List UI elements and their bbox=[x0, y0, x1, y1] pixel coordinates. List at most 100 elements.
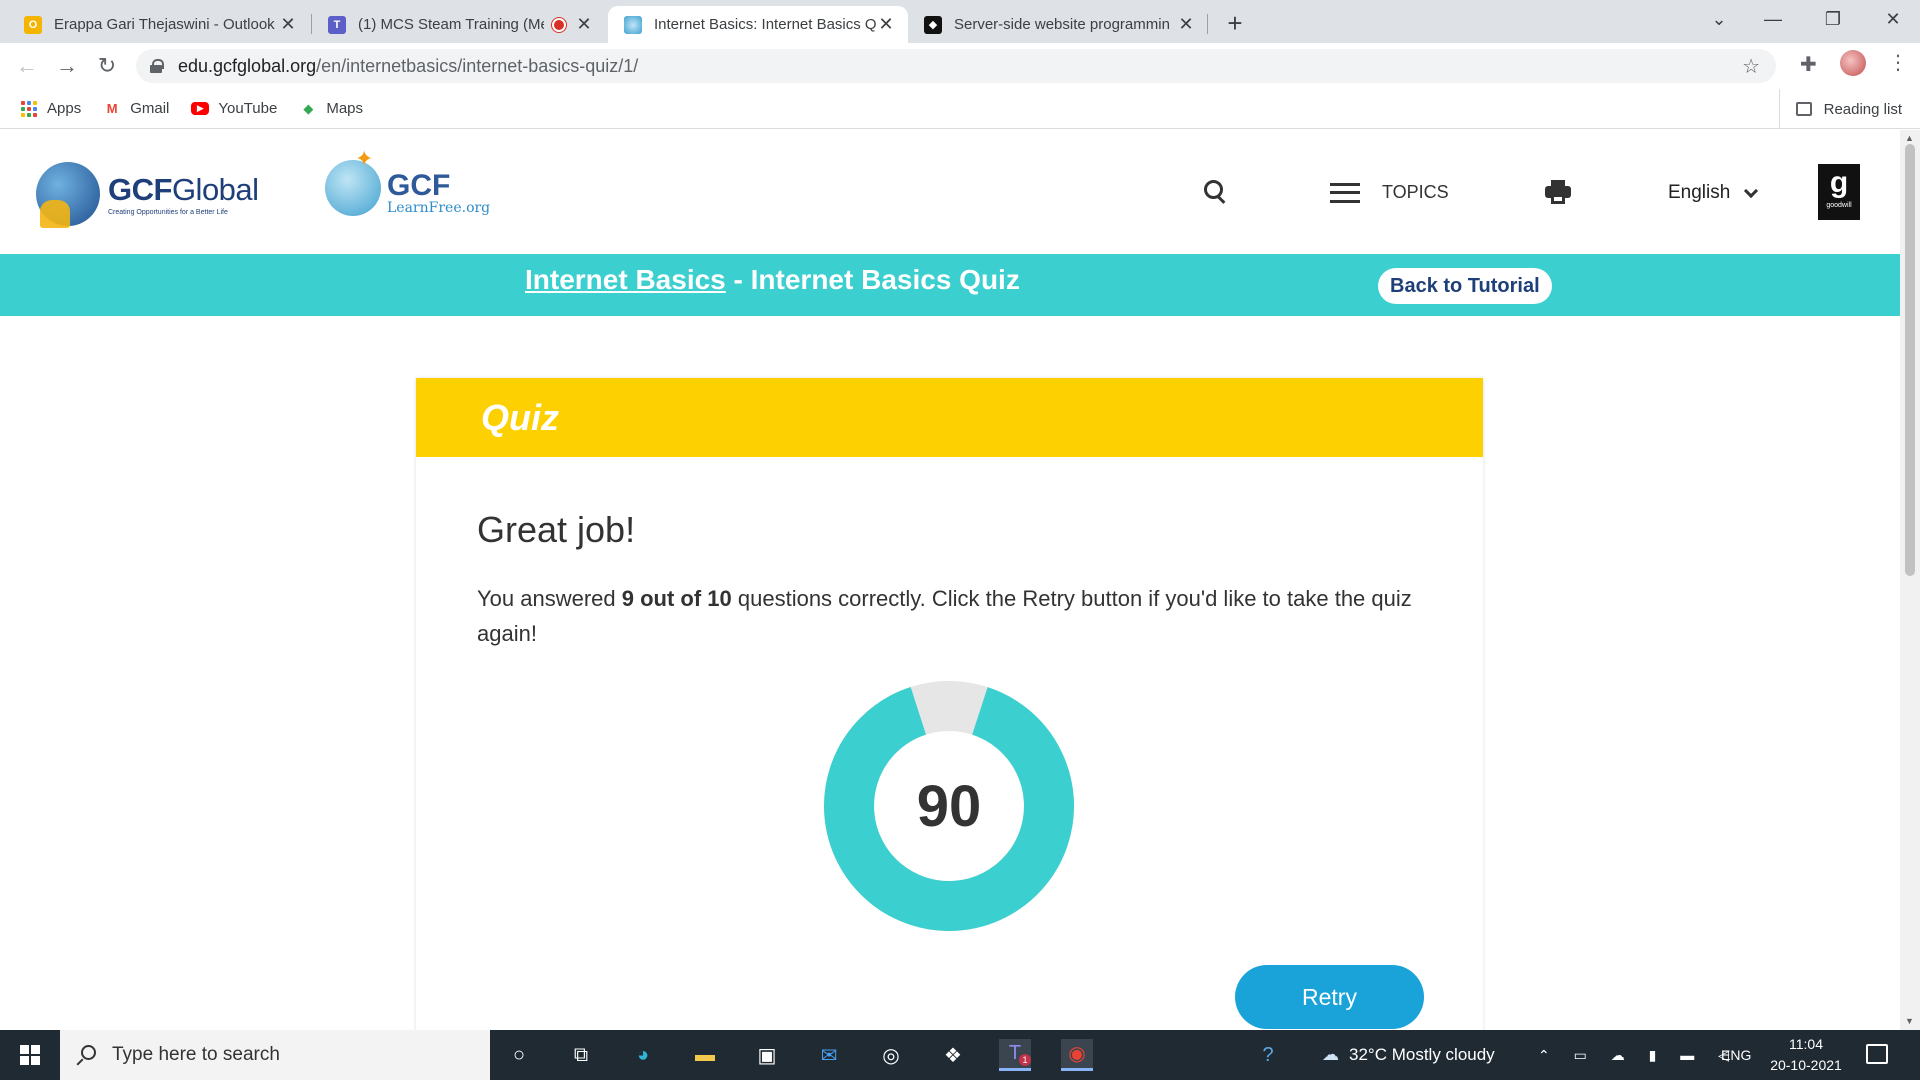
quiz-card: Quiz Great job! You answered 9 out of 10… bbox=[416, 378, 1483, 1030]
microsoft-store-icon[interactable]: ▣ bbox=[751, 1039, 783, 1071]
address-bar[interactable]: edu.gcfglobal.org/en/internetbasics/inte… bbox=[136, 49, 1776, 83]
clock-time: 11:04 bbox=[1789, 1036, 1823, 1052]
help-icon[interactable]: ? bbox=[1252, 1039, 1284, 1071]
cortana-icon[interactable]: ○ bbox=[503, 1039, 535, 1071]
youtube-icon: ▶ bbox=[191, 102, 210, 115]
page-scrollbar[interactable]: ▲ ▼ bbox=[1900, 130, 1920, 1030]
banner-title: Internet Basics - Internet Basics Quiz bbox=[525, 264, 1020, 296]
mail-icon[interactable]: ✉ bbox=[813, 1039, 845, 1071]
chevron-down-icon bbox=[1744, 183, 1759, 199]
learnfree-logo[interactable]: GCF LearnFree.org bbox=[325, 146, 490, 216]
goodwill-g-icon: g bbox=[1829, 166, 1849, 199]
chrome-icon[interactable]: ◉ bbox=[1061, 1039, 1093, 1071]
file-explorer-icon[interactable]: ▬ bbox=[689, 1039, 721, 1071]
tab-title: Server-side website programmin bbox=[954, 16, 1170, 33]
mdn-icon: ◆ bbox=[924, 15, 942, 34]
outlook-icon: O bbox=[24, 15, 42, 34]
language-selector[interactable]: English bbox=[1668, 182, 1759, 204]
tab-title: (1) MCS Steam Training (Mee bbox=[358, 16, 544, 33]
cloud-icon: ☁ bbox=[1322, 1045, 1339, 1064]
bookmark-apps[interactable]: Apps bbox=[20, 100, 81, 118]
close-tab-icon[interactable]: ✕ bbox=[574, 14, 594, 35]
goodwill-logo[interactable]: g goodwill bbox=[1818, 164, 1860, 220]
score-text: 9 out of 10 bbox=[621, 586, 732, 611]
gcfglobal-tagline: Creating Opportunities for a Better Life bbox=[108, 209, 228, 216]
windows-start-icon[interactable] bbox=[20, 1045, 40, 1065]
tab-internet-basics[interactable]: Internet Basics: Internet Basics Qu ✕ bbox=[608, 6, 908, 43]
close-tab-icon[interactable]: ✕ bbox=[278, 14, 298, 35]
reading-list-button[interactable]: Reading list bbox=[1778, 89, 1902, 129]
learnfree-gcf-text: GCF bbox=[387, 169, 451, 202]
taskbar-search-placeholder: Type here to search bbox=[112, 1044, 280, 1065]
hamburger-menu-icon bbox=[1330, 182, 1360, 203]
windows-taskbar: Type here to search ○ ⧉ ◕ ▬ ▣ ✉ ◎ ❖ T1 ◉… bbox=[0, 1030, 1920, 1080]
lock-icon[interactable] bbox=[150, 59, 164, 73]
bookmark-label: YouTube bbox=[218, 100, 278, 117]
bookmark-youtube[interactable]: ▶ YouTube bbox=[191, 100, 277, 117]
print-icon[interactable] bbox=[1545, 180, 1571, 204]
profile-avatar[interactable] bbox=[1840, 50, 1866, 76]
app-circle-icon[interactable]: ◎ bbox=[875, 1039, 907, 1071]
course-banner: Internet Basics - Internet Basics Quiz B… bbox=[0, 254, 1900, 316]
back-arrow-icon[interactable]: ← bbox=[12, 51, 42, 81]
tab-divider bbox=[1207, 14, 1208, 34]
input-language[interactable]: ENG bbox=[1721, 1030, 1751, 1080]
bookmarks-bar: Apps M Gmail ▶ YouTube ◆ Maps Reading li… bbox=[0, 89, 1920, 129]
close-tab-icon[interactable]: ✕ bbox=[1176, 14, 1196, 35]
banner-separator: - bbox=[725, 264, 751, 295]
url-path: /en/internetbasics/internet-basics-quiz/… bbox=[316, 55, 639, 76]
search-icon[interactable] bbox=[1204, 180, 1228, 204]
bookmark-gmail[interactable]: M Gmail bbox=[103, 100, 170, 118]
page-content: GCFGlobal Creating Opportunities for a B… bbox=[0, 130, 1900, 1030]
back-to-tutorial-button[interactable]: Back to Tutorial bbox=[1378, 268, 1552, 304]
topics-menu-button[interactable]: TOPICS bbox=[1330, 182, 1449, 203]
system-tray-icons[interactable]: ⌃ ▭ ☁ ▮ ▬ ◁ bbox=[1538, 1030, 1739, 1080]
minimize-button[interactable]: — bbox=[1750, 4, 1796, 34]
tab-search-chevron-icon[interactable]: ⌄ bbox=[1696, 4, 1742, 34]
dropbox-icon[interactable]: ❖ bbox=[937, 1039, 969, 1071]
restore-button[interactable]: ❐ bbox=[1810, 4, 1856, 34]
quiz-header-title: Quiz bbox=[481, 396, 559, 438]
close-tab-icon[interactable]: ✕ bbox=[876, 14, 896, 35]
browser-toolbar: ← → ↻ edu.gcfglobal.org/en/internetbasic… bbox=[0, 43, 1920, 89]
retry-button[interactable]: Retry bbox=[1235, 965, 1424, 1029]
learnfree-globe-icon bbox=[325, 146, 381, 216]
bookmark-label: Gmail bbox=[130, 100, 170, 117]
quiz-name: Internet Basics Quiz bbox=[750, 264, 1020, 295]
reload-icon[interactable]: ↻ bbox=[92, 51, 122, 81]
maps-icon: ◆ bbox=[303, 100, 314, 116]
url-host: edu.gcfglobal.org bbox=[178, 55, 317, 76]
taskbar-clock[interactable]: 11:04 20-10-2021 bbox=[1766, 1034, 1846, 1076]
task-view-icon[interactable]: ⧉ bbox=[565, 1039, 597, 1071]
scroll-down-arrow-icon[interactable]: ▼ bbox=[1905, 1016, 1914, 1026]
tab-server-side[interactable]: ◆ Server-side website programmin ✕ bbox=[908, 6, 1208, 43]
goodwill-label: goodwill bbox=[1826, 202, 1852, 209]
notification-center-icon[interactable] bbox=[1866, 1044, 1888, 1064]
teams-taskbar-icon[interactable]: T1 bbox=[999, 1039, 1031, 1071]
teams-icon: T bbox=[328, 15, 346, 34]
scroll-thumb[interactable] bbox=[1905, 144, 1915, 576]
weather-widget[interactable]: ☁ 32°C Mostly cloudy bbox=[1322, 1030, 1495, 1080]
course-link[interactable]: Internet Basics bbox=[525, 264, 726, 295]
scroll-up-arrow-icon[interactable]: ▲ bbox=[1905, 133, 1914, 143]
teams-badge: 1 bbox=[1019, 1054, 1031, 1066]
apps-grid-icon bbox=[20, 100, 38, 118]
close-window-button[interactable]: ✕ bbox=[1870, 4, 1916, 34]
gmail-icon: M bbox=[106, 101, 118, 116]
forward-arrow-icon[interactable]: → bbox=[52, 51, 82, 81]
bookmark-maps[interactable]: ◆ Maps bbox=[299, 100, 363, 118]
edge-icon[interactable]: ◕ bbox=[627, 1039, 659, 1071]
bookmark-label: Apps bbox=[47, 100, 82, 117]
gcfglobal-logo[interactable]: GCFGlobal Creating Opportunities for a B… bbox=[36, 162, 259, 228]
taskbar-search-box[interactable]: Type here to search bbox=[60, 1030, 490, 1080]
extensions-puzzle-icon[interactable]: ✚ bbox=[1800, 52, 1817, 77]
site-header: GCFGlobal Creating Opportunities for a B… bbox=[0, 130, 1900, 254]
new-tab-button[interactable]: + bbox=[1220, 8, 1250, 39]
bookmark-star-icon[interactable]: ☆ bbox=[1742, 54, 1760, 79]
tab-teams[interactable]: T (1) MCS Steam Training (Mee ✕ bbox=[312, 6, 606, 43]
browser-menu-icon[interactable]: ⋮ bbox=[1888, 50, 1908, 75]
tab-outlook[interactable]: O Erappa Gari Thejaswini - Outlook ✕ bbox=[8, 6, 310, 43]
recording-indicator-icon bbox=[552, 17, 566, 32]
bookmark-label: Maps bbox=[326, 100, 364, 117]
gcfglobal-globe-icon bbox=[36, 162, 100, 228]
